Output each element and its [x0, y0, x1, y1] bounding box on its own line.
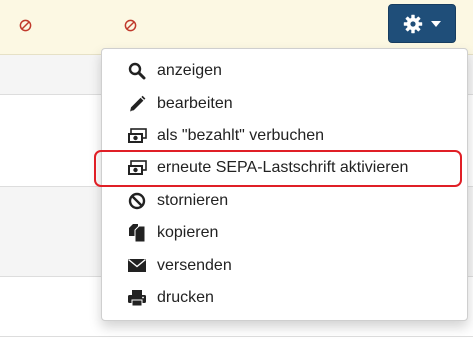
menu-item-versenden[interactable]: versenden [102, 249, 467, 281]
ban-icon [19, 19, 32, 32]
menu-item-drucken[interactable]: drucken [102, 282, 467, 314]
ban-icon [124, 19, 137, 32]
ban-icon [126, 192, 148, 210]
search-icon [126, 62, 148, 80]
envelope-icon [126, 257, 148, 275]
menu-item-label: stornieren [157, 191, 229, 209]
menu-item-sepa-lastschrift-aktivieren[interactable]: erneute SEPA-Lastschrift aktivieren [102, 152, 467, 184]
actions-dropdown-button[interactable] [388, 4, 456, 43]
money-icon [126, 127, 148, 145]
gear-icon [403, 14, 423, 33]
menu-item-label: anzeigen [157, 62, 222, 80]
menu-item-label: drucken [157, 288, 214, 306]
caret-down-icon [431, 20, 441, 27]
menu-item-anzeigen[interactable]: anzeigen [102, 55, 467, 87]
menu-item-label: erneute SEPA-Lastschrift aktivieren [157, 159, 409, 177]
menu-item-label: kopieren [157, 224, 219, 242]
menu-item-label: als "bezahlt" verbuchen [157, 126, 325, 144]
menu-item-label: bearbeiten [157, 94, 233, 112]
pencil-icon [126, 95, 148, 113]
page: anzeigen bearbeiten als "bezahlt" verbuc… [0, 0, 473, 340]
menu-item-als-bezahlt-verbuchen[interactable]: als "bezahlt" verbuchen [102, 120, 467, 152]
money-icon [126, 159, 148, 177]
print-icon [126, 289, 148, 307]
actions-dropdown-menu: anzeigen bearbeiten als "bezahlt" verbuc… [101, 48, 468, 321]
menu-item-label: versenden [157, 256, 232, 274]
menu-item-stornieren[interactable]: stornieren [102, 185, 467, 217]
menu-item-kopieren[interactable]: kopieren [102, 217, 467, 249]
copy-icon [126, 224, 148, 243]
menu-item-bearbeiten[interactable]: bearbeiten [102, 87, 467, 119]
